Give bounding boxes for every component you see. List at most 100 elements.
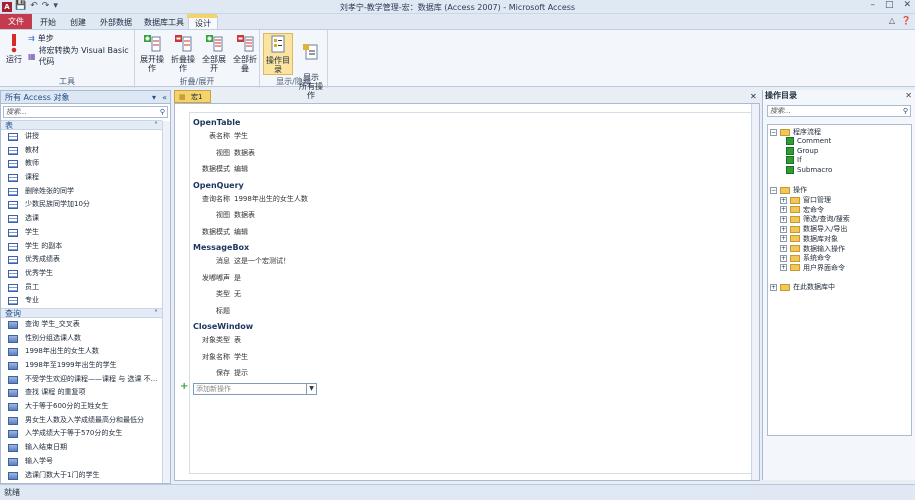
expand-icon[interactable]: +	[780, 264, 787, 272]
tree-node-in-this-database[interactable]: + 在此数据库中	[770, 282, 835, 292]
tab-create[interactable]: 创建	[64, 16, 92, 29]
collapse-actions-button[interactable]: 折叠操作	[168, 33, 198, 73]
convert-to-vba-button[interactable]: ▦ 将宏转换为 Visual Basic 代码	[28, 45, 134, 67]
nav-query-item[interactable]: 输入学号	[1, 455, 162, 469]
nav-table-item[interactable]: 优秀学生	[1, 267, 162, 281]
tables-section-header[interactable]: 表 ˄	[1, 120, 162, 130]
tree-node-actions[interactable]: − 操作	[770, 185, 807, 195]
close-document-icon[interactable]: ✕	[750, 92, 757, 101]
tree-node-action-group[interactable]: + 用户界面命令	[780, 263, 845, 273]
argument-value[interactable]: 数据表	[234, 210, 255, 220]
tree-node-action-group[interactable]: + 窗口管理	[780, 195, 831, 205]
tree-node-action-group[interactable]: + 筛选/查询/搜索	[780, 214, 850, 224]
nav-pane-header[interactable]: 所有 Access 对象 ▾ «	[1, 91, 170, 104]
maximize-button[interactable]: □	[885, 0, 894, 10]
collapse-icon[interactable]: −	[770, 128, 777, 136]
action-catalog-button[interactable]: 操作目录	[263, 33, 293, 75]
argument-value[interactable]: 学生	[234, 352, 248, 362]
expand-icon[interactable]: +	[780, 206, 787, 214]
collapse-all-button[interactable]: 全部折叠	[230, 33, 260, 73]
nav-query-item[interactable]: 选课门数大于1门的学生	[1, 469, 162, 483]
tab-macro1[interactable]: ▦ 宏1	[174, 90, 212, 103]
expand-icon[interactable]: +	[780, 245, 787, 252]
expand-icon[interactable]: +	[780, 225, 787, 233]
nav-scrollbar[interactable]	[162, 121, 170, 483]
nav-table-item[interactable]: 专业	[1, 294, 162, 308]
nav-table-item[interactable]: 选课	[1, 212, 162, 226]
macro-action-name[interactable]: OpenQuery	[193, 181, 244, 190]
expand-all-button[interactable]: 全部展开	[199, 33, 229, 73]
nav-query-item[interactable]: 男女生人数及入学成绩最高分和最低分	[1, 414, 162, 428]
collapse-icon[interactable]: −	[770, 186, 777, 194]
tree-node-flow-item[interactable]: Group	[786, 146, 818, 155]
tree-node-flow-item[interactable]: If	[786, 156, 802, 165]
expand-icon[interactable]: +	[780, 215, 787, 223]
close-catalog-icon[interactable]: ✕	[905, 90, 912, 102]
tree-node-action-group[interactable]: + 数据库对象	[780, 234, 838, 244]
nav-query-item[interactable]: 1998年至1999年出生的学生	[1, 359, 162, 373]
run-button[interactable]: 运行	[4, 33, 24, 64]
nav-table-item[interactable]: 员工	[1, 281, 162, 295]
expand-icon[interactable]: +	[780, 196, 787, 204]
help-icon[interactable]: ❓	[901, 16, 911, 25]
search-icon[interactable]: ⚲	[903, 106, 908, 116]
nav-table-item[interactable]: 删除姓张的同学	[1, 185, 162, 199]
argument-value[interactable]: 1998年出生的女生人数	[234, 194, 308, 204]
expand-icon[interactable]: +	[780, 254, 787, 262]
expand-icon[interactable]: +	[770, 283, 777, 291]
nav-query-item[interactable]: 1998年出生的女生人数	[1, 345, 162, 359]
designer-scrollbar[interactable]	[751, 104, 759, 480]
ribbon-collapse-icon[interactable]: △	[889, 16, 895, 25]
nav-table-item[interactable]: 教材	[1, 144, 162, 158]
nav-table-item[interactable]: 学生 的副本	[1, 240, 162, 254]
queries-section-header[interactable]: 查询 ˄	[1, 307, 162, 318]
nav-query-item[interactable]: 查找 课程 的重复项	[1, 386, 162, 400]
nav-table-item[interactable]: 优秀成绩表	[1, 253, 162, 267]
argument-value[interactable]: 这是一个宏测试！	[234, 256, 290, 266]
minimize-button[interactable]: –	[870, 0, 875, 10]
nav-table-item[interactable]: 少数民族同学加10分	[1, 198, 162, 212]
nav-search-input[interactable]: 搜索... ⚲	[3, 106, 168, 118]
argument-value[interactable]: 数据表	[234, 148, 255, 158]
single-step-button[interactable]: ⇉ 单步	[28, 33, 54, 44]
macro-action-name[interactable]: CloseWindow	[193, 322, 253, 331]
tree-node-action-group[interactable]: + 数据输入操作	[780, 244, 845, 254]
macro-action-name[interactable]: MessageBox	[193, 243, 249, 252]
close-button[interactable]: ✕	[903, 0, 911, 10]
nav-query-item[interactable]: 大于等于600分的王姓女生	[1, 400, 162, 414]
expand-actions-button[interactable]: 展开操作	[137, 33, 167, 73]
tab-home[interactable]: 开始	[34, 16, 62, 29]
tree-node-flow-item[interactable]: Comment	[786, 137, 831, 145]
nav-query-item[interactable]: 不受学生欢迎的课程——课程 与 选课 不...	[1, 373, 162, 387]
nav-table-item[interactable]: 教师	[1, 157, 162, 171]
tab-database-tools[interactable]: 数据库工具	[138, 16, 190, 29]
nav-pane-shutter-icon[interactable]: «	[162, 91, 167, 104]
catalog-search-input[interactable]: 搜索... ⚲	[767, 105, 911, 117]
add-new-action-combobox[interactable]: 添加新操作 ▼	[193, 383, 317, 395]
nav-query-item[interactable]: 查询 学生_交叉表	[1, 318, 162, 332]
argument-value[interactable]: 编辑	[234, 227, 248, 237]
tree-node-program-flow[interactable]: − 程序流程	[770, 127, 821, 137]
expand-icon[interactable]: +	[780, 235, 787, 243]
argument-value[interactable]: 无	[234, 289, 241, 299]
nav-table-item[interactable]: 课程	[1, 171, 162, 185]
nav-table-item[interactable]: 学生	[1, 226, 162, 240]
tab-file[interactable]: 文件	[0, 14, 32, 29]
dropdown-arrow-icon[interactable]: ▼	[306, 384, 316, 394]
tree-node-action-group[interactable]: + 系统命令	[780, 253, 831, 263]
tree-node-action-group[interactable]: + 数据导入/导出	[780, 224, 847, 234]
show-all-actions-button[interactable]: 显示 所有操作	[296, 33, 326, 100]
argument-value[interactable]: 是	[234, 273, 241, 283]
search-icon[interactable]: ⚲	[160, 107, 165, 117]
nav-query-item[interactable]: 输入结束日期	[1, 441, 162, 455]
tree-node-flow-item[interactable]: Submacro	[786, 166, 832, 175]
nav-query-item[interactable]: 入学成绩大于等于570分的女生	[1, 427, 162, 441]
argument-value[interactable]: 编辑	[234, 164, 248, 174]
tree-node-action-group[interactable]: + 宏命令	[780, 205, 824, 215]
tab-external-data[interactable]: 外部数据	[94, 16, 138, 29]
argument-value[interactable]: 提示	[234, 368, 248, 378]
nav-query-item[interactable]: 性别分组选课人数	[1, 332, 162, 346]
argument-value[interactable]: 学生	[234, 131, 248, 141]
nav-table-item[interactable]: 讲授	[1, 130, 162, 144]
argument-value[interactable]: 表	[234, 335, 241, 345]
